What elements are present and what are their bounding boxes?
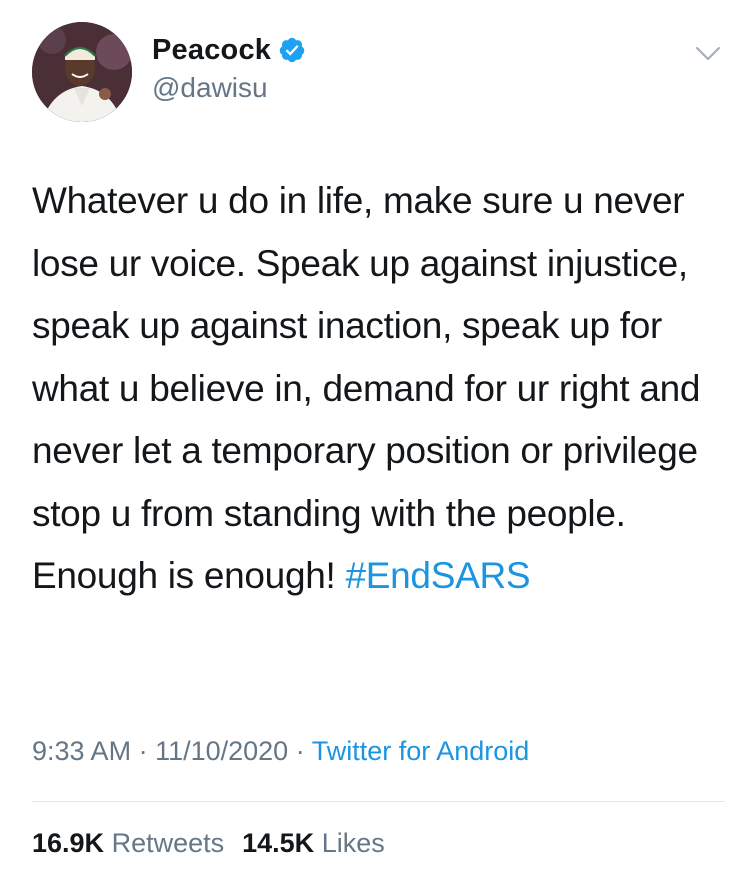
retweets-stat[interactable]: 16.9K Retweets (32, 828, 224, 858)
tweet-card: Peacock @dawisu Whatever u do in life, m… (0, 0, 749, 882)
chevron-down-icon[interactable] (688, 38, 728, 68)
meta-separator: · (131, 736, 156, 766)
verified-badge-icon (278, 36, 306, 64)
author-handle[interactable]: @dawisu (152, 72, 268, 104)
author-name-row[interactable]: Peacock (152, 32, 306, 68)
tweet-source-link[interactable]: Twitter for Android (312, 736, 530, 766)
tweet-body: Whatever u do in life, make sure u never… (32, 180, 701, 596)
divider (32, 801, 725, 802)
likes-stat[interactable]: 14.5K Likes (242, 828, 385, 858)
tweet-meta: 9:33 AM · 11/10/2020 · Twitter for Andro… (32, 736, 529, 767)
tweet-stats: 16.9K Retweets 14.5K Likes (32, 828, 385, 859)
retweets-label: Retweets (104, 828, 225, 858)
author-display-name[interactable]: Peacock (152, 34, 271, 67)
tweet-text: Whatever u do in life, make sure u never… (32, 170, 732, 608)
likes-count: 14.5K (242, 828, 315, 858)
retweets-count: 16.9K (32, 828, 105, 858)
profile-photo-icon (32, 22, 132, 122)
tweet-date[interactable]: 11/10/2020 (155, 736, 288, 766)
avatar[interactable] (32, 22, 132, 122)
tweet-time[interactable]: 9:33 AM (32, 736, 131, 766)
likes-label: Likes (314, 828, 385, 858)
meta-separator: · (288, 736, 312, 766)
hashtag-link[interactable]: #EndSARS (345, 555, 530, 596)
